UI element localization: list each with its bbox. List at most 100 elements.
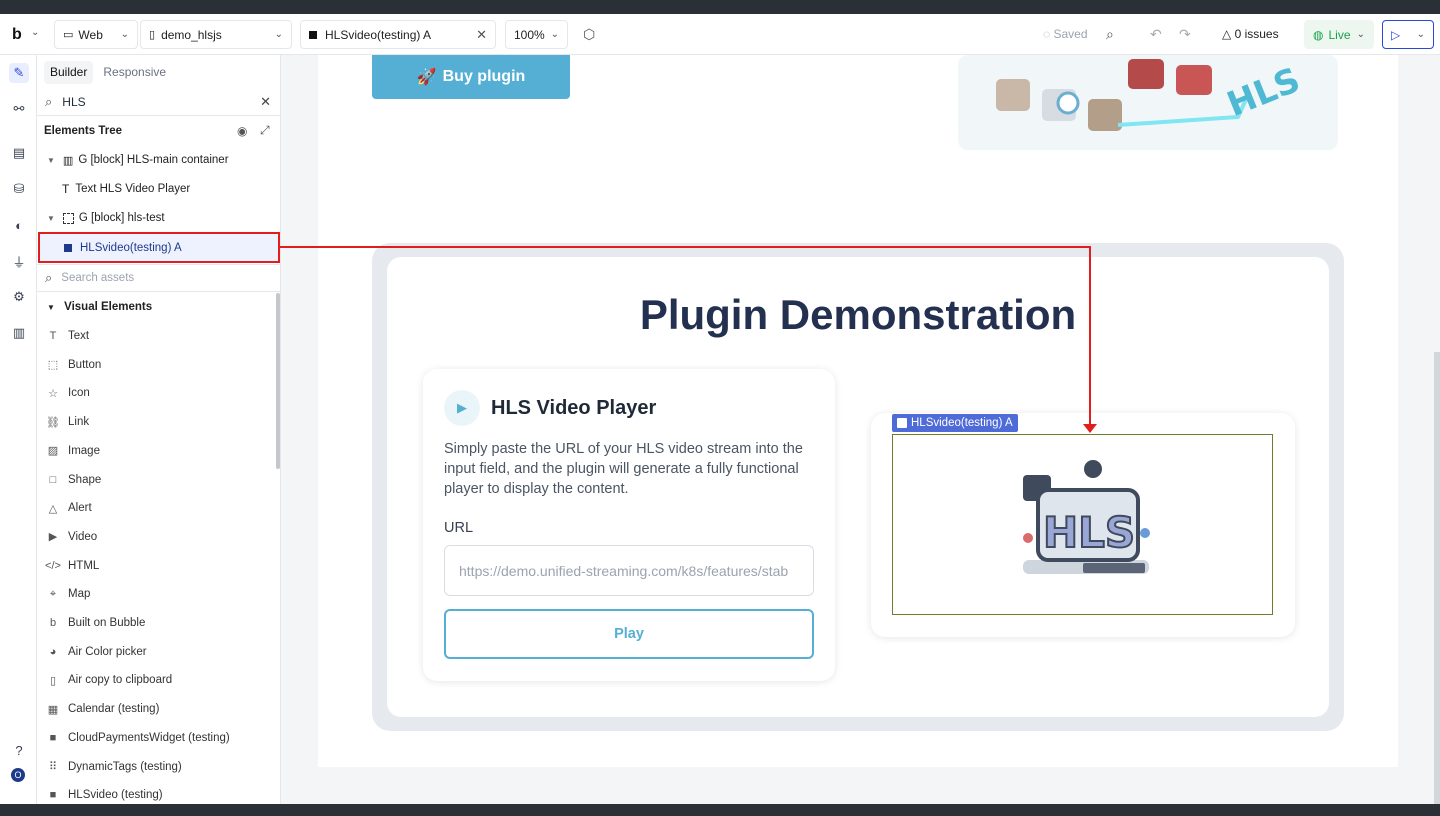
check-circle-icon: ◌ — [1043, 27, 1051, 41]
demo-title: Plugin Demonstration — [639, 291, 1077, 338]
element-item[interactable]: □ Shape — [45, 470, 102, 490]
play-button[interactable]: Play — [444, 609, 814, 659]
element-item-label: Link — [68, 416, 90, 429]
builder-panel: Builder Responsive ⌕ HLS ✕ Elements Tree… — [37, 55, 281, 804]
element-item[interactable]: △ Alert — [45, 498, 92, 518]
zoom-select[interactable]: 100% ⌄ — [505, 20, 568, 49]
workflow-icon[interactable]: ⚯ — [9, 99, 29, 119]
element-item[interactable]: b Built on Bubble — [45, 613, 145, 633]
help-icon[interactable]: ? — [9, 740, 29, 760]
close-icon[interactable]: ✕ — [476, 27, 487, 43]
settings-icon[interactable]: ⚙ — [9, 287, 29, 307]
plugin-square-icon — [309, 30, 317, 39]
element-item[interactable]: ▨ Image — [45, 441, 100, 461]
illustration-key — [996, 79, 1030, 111]
element-item[interactable]: ■ HLSvideo (testing) — [45, 785, 163, 804]
tab-responsive[interactable]: Responsive — [97, 61, 172, 84]
preview-button[interactable]: ▷ ⌄ — [1382, 20, 1434, 49]
element-tab-label: HLSvideo(testing) A — [325, 27, 432, 42]
element-item-label: Video — [68, 530, 98, 543]
app-name: demo_hlsjs — [161, 27, 222, 42]
platform-select[interactable]: ▭ Web ⌄ — [54, 20, 138, 49]
canvas-scrollbar[interactable] — [1434, 352, 1440, 804]
element-item[interactable]: ⌖ Map — [45, 584, 90, 604]
element-item-label: HLSvideo (testing) — [68, 789, 163, 802]
chart-icon[interactable]: ▥ — [9, 323, 29, 343]
tree-row[interactable]: T Text HLS Video Player — [37, 175, 280, 203]
elements-search[interactable]: ⌕ HLS ✕ — [37, 88, 280, 116]
element-item[interactable]: </> HTML — [45, 556, 99, 576]
video-card: HLSvideo(testing) A HLS — [871, 413, 1295, 637]
tree-row-selected[interactable]: HLSvideo(testing) A — [38, 232, 280, 263]
url-input[interactable] — [444, 545, 814, 596]
search-value[interactable]: HLS — [62, 95, 85, 109]
left-rail: ✎ ⚯ ▤ ⛁ ◐ ⏚ ⚙ ▥ ? O — [0, 55, 37, 804]
caret-down-icon[interactable]: ▼ — [47, 156, 55, 165]
element-item[interactable]: ◕ Air Color picker — [45, 642, 147, 662]
eye-icon[interactable]: ◉ — [237, 124, 247, 138]
search-icon[interactable]: ⌕ — [1106, 26, 1114, 43]
assets-search[interactable]: ⌕ Search assets — [37, 264, 280, 292]
element-item[interactable]: ■ CloudPaymentsWidget (testing) — [45, 728, 230, 748]
element-item[interactable]: T Text — [45, 326, 89, 346]
element-tab[interactable]: HLSvideo(testing) A ✕ — [300, 20, 496, 49]
text-icon: T — [49, 330, 57, 342]
hls-illustration: HLS — [958, 55, 1338, 150]
page-area: 🚀 Buy plugin HLS Plugin Demonstration ▶ … — [318, 55, 1398, 767]
element-item[interactable]: ⛓ Link — [45, 412, 89, 432]
assets-placeholder[interactable]: Search assets — [61, 272, 134, 284]
issues-button[interactable]: △ 0 issues — [1222, 27, 1279, 41]
undo-icon[interactable]: ↶ — [1150, 26, 1162, 43]
visual-elements-header[interactable]: ▼ Visual Elements — [47, 301, 152, 313]
expand-icon[interactable]: ⤢ — [260, 123, 270, 138]
chevron-down-icon[interactable]: ⌄ — [31, 27, 39, 38]
play-icon: ▷ — [1391, 27, 1401, 42]
database-icon[interactable]: ⛁ — [9, 179, 29, 199]
element-item-label: Air Color picker — [68, 645, 147, 658]
redo-icon[interactable]: ↷ — [1179, 26, 1191, 43]
caret-down-icon[interactable]: ▼ — [47, 214, 55, 223]
element-item[interactable]: ▦ Calendar (testing) — [45, 699, 160, 719]
buy-plugin-button[interactable]: 🚀 Buy plugin — [372, 55, 570, 99]
app-select[interactable]: ▯ demo_hlsjs ⌄ — [140, 20, 292, 49]
card-title: HLS Video Player — [491, 397, 657, 419]
plug-icon[interactable]: ⏚ — [9, 251, 29, 271]
monitor-icon: ▭ — [63, 29, 74, 41]
palette-icon[interactable]: ◐ — [9, 215, 29, 235]
plugin-square-icon: ■ — [49, 731, 57, 744]
panel-scrollbar[interactable] — [276, 293, 280, 469]
illustration-key — [1176, 65, 1212, 95]
tree-label: HLSvideo(testing) A — [80, 241, 182, 254]
hls-video-thumbnail: HLS — [1023, 460, 1150, 574]
live-select[interactable]: ◍ Live ⌄ — [1304, 20, 1374, 49]
hls-video-element[interactable]: HLS — [892, 434, 1273, 615]
chevron-down-icon: ⌄ — [274, 29, 283, 40]
avatar[interactable]: O — [11, 768, 25, 782]
palette-icon: ◕ — [49, 645, 57, 658]
star-icon: ☆ — [48, 387, 58, 400]
element-item[interactable]: ▯ Air copy to clipboard — [45, 670, 172, 690]
video-element-tag[interactable]: HLSvideo(testing) A — [892, 414, 1018, 432]
url-label: URL — [444, 520, 474, 536]
chevron-down-icon: ⌄ — [120, 29, 129, 40]
code-icon: </> — [45, 559, 61, 572]
pencil-icon[interactable]: ✎ — [9, 63, 29, 83]
tree-label: Text HLS Video Player — [75, 183, 191, 195]
element-item-label: Map — [68, 588, 91, 601]
tree-row[interactable]: ▼ ▥ G [block] HLS-main container — [37, 146, 280, 174]
element-item[interactable]: ▶ Video — [45, 527, 97, 547]
annotation-arrow-line — [1089, 246, 1091, 426]
bubble-logo[interactable]: b — [12, 26, 22, 44]
annotation-arrow-line — [279, 246, 1091, 248]
thumb-dot-blue — [1140, 528, 1150, 538]
cube-icon[interactable]: ⬡ — [583, 26, 595, 43]
element-item-label: HTML — [68, 559, 100, 572]
layout-icon[interactable]: ▤ — [9, 143, 29, 163]
close-icon[interactable]: ✕ — [260, 94, 271, 110]
live-label: Live — [1328, 27, 1351, 42]
tree-row[interactable]: ▼ G [block] hls-test — [37, 204, 280, 232]
tab-builder[interactable]: Builder — [44, 61, 94, 84]
element-item[interactable]: ⠿ DynamicTags (testing) — [45, 757, 182, 777]
element-item[interactable]: ☆ Icon — [45, 383, 90, 403]
element-item[interactable]: ⬚ Button — [45, 355, 101, 375]
